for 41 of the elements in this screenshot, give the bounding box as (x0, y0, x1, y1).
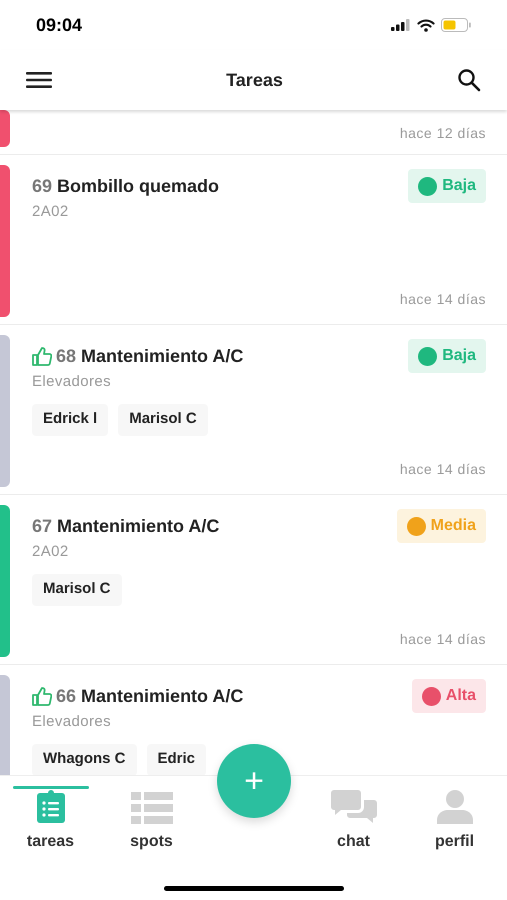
task-age: hace 14 días (400, 630, 486, 649)
task-location: 2A02 (32, 202, 70, 222)
thumbs-up-icon (32, 346, 52, 366)
nav-tab[interactable]: perfil (416, 776, 492, 854)
task-title: 68 Mantenimiento A/C (56, 344, 244, 368)
priority-badge: Alta (412, 679, 486, 713)
task-title: 67 Mantenimiento A/C (32, 514, 220, 538)
task-card[interactable]: 68 Mantenimiento A/C Elevadores Baja Edrick l Marisol C hace 14 días (0, 325, 507, 495)
menu-icon[interactable] (26, 71, 52, 89)
battery-icon (441, 18, 471, 32)
task-title: 66 Mantenimiento A/C (56, 684, 244, 708)
person-icon (436, 790, 472, 824)
list-grid-icon (130, 792, 172, 824)
assignee-chip: Edric (146, 744, 206, 775)
task-card[interactable]: 69 Bombillo quemado 2A02 Baja hace 14 días (0, 155, 507, 325)
chat-bubbles-icon (330, 790, 376, 824)
task-age: hace 14 días (400, 460, 486, 479)
nav-tab[interactable]: spots (114, 776, 190, 854)
task-location: 2A02 (32, 542, 70, 562)
thumbs-up-icon (32, 686, 52, 706)
clipboard-list-icon (36, 790, 66, 824)
wifi-icon (417, 18, 435, 32)
assignee-chip: Marisol C (118, 404, 208, 436)
priority-badge: Media (396, 509, 486, 543)
search-icon[interactable] (457, 68, 481, 92)
signal-icon (391, 19, 411, 31)
assignee-chip: Marisol C (32, 574, 122, 606)
assignee-chip: Edrick l (32, 404, 108, 436)
task-location: Elevadores (32, 372, 112, 392)
header-title: Tareas (226, 68, 283, 92)
status-time: 09:04 (36, 14, 82, 36)
nav-tab[interactable]: tareas (12, 776, 88, 854)
task-title: 69 Bombillo quemado (32, 174, 220, 198)
assignee-chip: Whagons C (32, 744, 136, 775)
priority-badge: Baja (408, 339, 486, 373)
task-card[interactable]: 67 Mantenimiento A/C 2A02 Media Marisol C hace 14 días (0, 495, 507, 665)
task-location: Elevadores (32, 712, 112, 732)
nav-tab[interactable]: chat (316, 776, 392, 854)
priority-badge: Baja (408, 169, 486, 203)
task-age: hace 12 días (400, 124, 486, 143)
task-age: hace 14 días (400, 290, 486, 309)
